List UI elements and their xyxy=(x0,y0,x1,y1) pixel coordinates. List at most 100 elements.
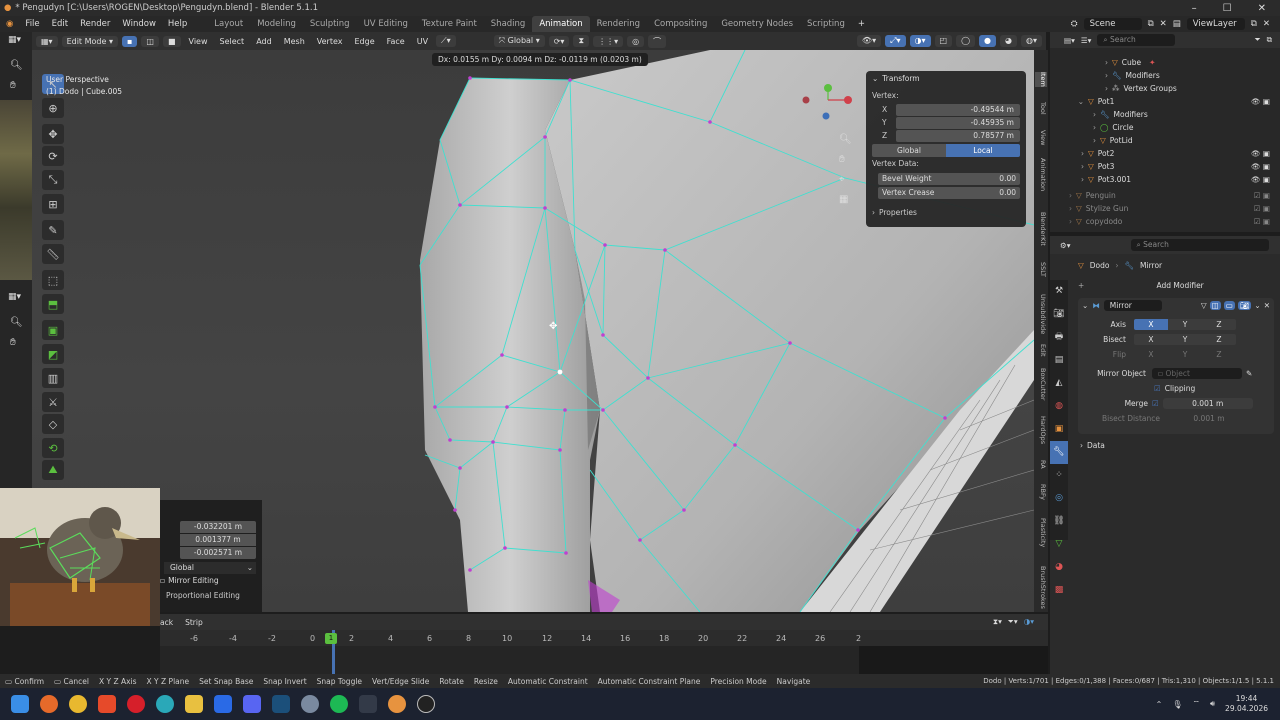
add-modifier-button[interactable]: Add Modifier xyxy=(1088,281,1272,290)
tray-chevron-icon[interactable]: ⌃ xyxy=(1156,700,1163,709)
visibility-toggles[interactable]: 👁︎ ▣ xyxy=(1251,175,1280,184)
outliner-row-pot3-001[interactable]: › ▽ Pot3.001 👁︎ ▣ xyxy=(1050,173,1280,186)
collection-toggles[interactable]: ☑ ▣ xyxy=(1254,191,1280,200)
viewport-pan-icon[interactable]: ✋︎ xyxy=(839,154,845,165)
bevel-weight-field[interactable]: Bevel Weight 0.00 xyxy=(878,173,1020,185)
bisect-x-toggle[interactable]: X xyxy=(1134,334,1168,345)
expand-icon[interactable]: › xyxy=(1050,84,1108,93)
expand-icon[interactable]: › xyxy=(1050,58,1108,67)
render-tab-icon[interactable]: 📷︎ xyxy=(1050,303,1068,326)
modifier-name-field[interactable]: Mirror xyxy=(1103,300,1162,311)
timeline-overlay-icon[interactable]: ◑▾ xyxy=(1024,617,1034,627)
inset-tool-button[interactable]: ▣ xyxy=(42,320,64,340)
snap-target-icon[interactable]: ⋮⋮▾ xyxy=(593,35,624,47)
orientation-select[interactable]: Global ⌄ xyxy=(164,562,256,574)
display-mode-icon[interactable]: ☰▾ xyxy=(1081,36,1092,45)
visibility-toggles[interactable]: 👁︎ ▣ xyxy=(1251,149,1280,158)
sidebar-tab-blenderkit[interactable]: BlenderKit xyxy=(1035,212,1047,246)
cage-toggle-icon[interactable]: ◫ xyxy=(1209,301,1221,310)
mirror-editing-checkbox[interactable]: ▫ xyxy=(160,576,165,585)
menu-help[interactable]: Help xyxy=(162,19,193,29)
overlays-icon[interactable]: ◑▾ xyxy=(909,35,931,47)
menu-vertex[interactable]: Vertex xyxy=(313,37,347,46)
sidebar-tab-unsubdivide[interactable]: Unsubdivide xyxy=(1035,294,1047,334)
xray-icon[interactable]: ◰ xyxy=(934,35,953,47)
physics-tab-icon[interactable]: ◎ xyxy=(1050,487,1068,510)
expand-icon[interactable]: › xyxy=(1050,175,1084,184)
menu-face[interactable]: Face xyxy=(383,37,409,46)
firefox-icon[interactable] xyxy=(40,695,58,713)
delete-scene-icon[interactable]: ✕ xyxy=(1160,19,1167,29)
delete-view-layer-icon[interactable]: ✕ xyxy=(1263,19,1270,29)
annotate-tool-button[interactable]: ✎ xyxy=(42,220,64,240)
expand-icon[interactable]: › xyxy=(1050,110,1096,119)
outliner-row-pot3[interactable]: › ▽ Pot3 👁︎ ▣ xyxy=(1050,160,1280,173)
axis-z-toggle[interactable]: Z xyxy=(1202,319,1236,330)
tab-compositing[interactable]: Compositing xyxy=(647,16,714,32)
vertex-select-button[interactable]: ▪ xyxy=(121,35,138,47)
merge-distance-field[interactable]: 0.001 m xyxy=(1162,398,1253,409)
scene-tab-icon[interactable]: ◭ xyxy=(1050,372,1068,395)
microphone-icon[interactable]: 🎙︎ xyxy=(1172,700,1182,709)
properties-section-header[interactable]: › Properties xyxy=(866,205,1026,219)
constraints-tab-icon[interactable]: ⛓︎ xyxy=(1050,510,1068,533)
material-tab-icon[interactable]: ◕ xyxy=(1050,556,1068,579)
current-frame-badge[interactable]: 1 xyxy=(325,633,337,644)
data-tab-icon[interactable]: ▽ xyxy=(1050,533,1068,556)
tab-texture-paint[interactable]: Texture Paint xyxy=(415,16,484,32)
menu-mesh[interactable]: Mesh xyxy=(280,37,309,46)
bisect-z-toggle[interactable]: Z xyxy=(1202,334,1236,345)
edge-icon[interactable] xyxy=(156,695,174,713)
filter-timeline-icon[interactable]: ⏷▾ xyxy=(1008,617,1018,627)
gizmo-icon[interactable]: ⤢▾ xyxy=(885,35,906,47)
axis-x-toggle[interactable]: X xyxy=(1134,319,1168,330)
sidebar-tab-boxcutter[interactable]: BoxCutter xyxy=(1035,368,1047,401)
tab-layout[interactable]: Layout xyxy=(207,16,250,32)
maximize-icon[interactable]: ☐ xyxy=(1223,3,1232,14)
expand-icon[interactable]: › xyxy=(1050,191,1072,200)
menu-render[interactable]: Render xyxy=(74,19,116,29)
tab-uv-editing[interactable]: UV Editing xyxy=(357,16,415,32)
shading-solid-icon[interactable]: ● xyxy=(979,35,997,47)
discord-icon[interactable] xyxy=(243,695,261,713)
properties-search[interactable]: ⌕ Search xyxy=(1130,239,1269,251)
tab-modeling[interactable]: Modeling xyxy=(250,16,303,32)
add-cube-tool-button[interactable]: ⬚ xyxy=(42,270,64,290)
eyedropper-icon[interactable]: ✎ xyxy=(1246,369,1252,378)
visibility-icon[interactable]: 👁︎▾ xyxy=(856,35,882,47)
shading-wire-icon[interactable]: ◯ xyxy=(956,35,976,47)
spotify-icon[interactable] xyxy=(330,695,348,713)
move-y-field[interactable]: 0.001377 m xyxy=(180,534,256,546)
snap-icon[interactable]: ⧗ xyxy=(573,35,590,47)
outliner-row-copydodo[interactable]: › ▽ copydodo ☑ ▣ xyxy=(1050,215,1280,228)
file-explorer-icon[interactable] xyxy=(185,695,203,713)
move-x-field[interactable]: -0.032201 m xyxy=(180,521,256,533)
hand-icon-2[interactable]: ✋︎ xyxy=(10,337,16,348)
sidebar-tab-plasticity[interactable]: Plasticity xyxy=(1035,518,1047,547)
outliner-row-pot1-modifiers[interactable]: › 🔧︎ Modifiers xyxy=(1050,108,1280,121)
frame-ruler[interactable] xyxy=(160,630,1048,646)
editor-type-button[interactable]: ▦▾ xyxy=(36,35,58,47)
expand-icon[interactable]: › xyxy=(1050,217,1072,226)
filter-icon[interactable]: ⏷ xyxy=(1255,35,1261,45)
shading-render-icon[interactable]: ◍▾ xyxy=(1021,35,1042,47)
scene-field[interactable]: Scene xyxy=(1083,18,1142,30)
sidebar-tab-animation[interactable]: Animation xyxy=(1035,158,1047,191)
particles-tab-icon[interactable]: ⁘ xyxy=(1050,464,1068,487)
menu-add[interactable]: Add xyxy=(252,37,276,46)
outliner-search[interactable]: ⌕ Search xyxy=(1097,34,1176,46)
snap-timeline-icon[interactable]: ⧗▾ xyxy=(993,617,1002,627)
outliner-row-circle[interactable]: › ◯ Circle xyxy=(1050,121,1280,134)
expand-icon[interactable]: ⌄ xyxy=(1050,97,1084,106)
axis-y-toggle[interactable]: Y xyxy=(1168,319,1202,330)
menu-uv[interactable]: UV xyxy=(413,37,432,46)
loop-cut-tool-button[interactable]: ▥ xyxy=(42,368,64,388)
rotate-tool-button[interactable]: ⟳ xyxy=(42,146,64,166)
collection-toggles[interactable]: ☑ ▣ xyxy=(1254,204,1280,213)
network-icon[interactable]: ⌔ xyxy=(1192,699,1200,709)
smooth-tool-button[interactable]: ⛰︎ xyxy=(42,460,64,480)
expand-icon[interactable]: › xyxy=(1050,149,1084,158)
collection-toggles[interactable]: ☑ ▣ xyxy=(1254,217,1280,226)
new-view-layer-icon[interactable]: ⧉ xyxy=(1251,19,1257,29)
sidebar-tab-hardops[interactable]: HardOps xyxy=(1035,416,1047,444)
